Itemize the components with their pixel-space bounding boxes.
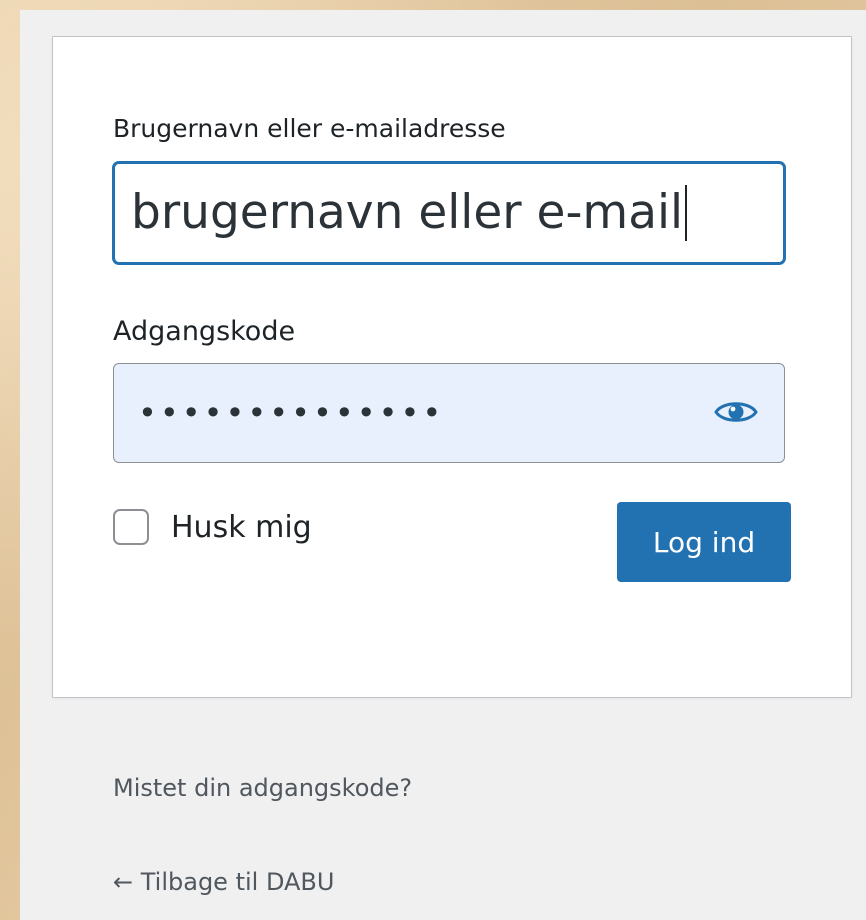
login-form: Brugernavn eller e-mailadresse brugernav… xyxy=(52,36,852,698)
login-page: Brugernavn eller e-mailadresse brugernav… xyxy=(20,10,866,920)
login-button[interactable]: Log ind xyxy=(617,502,791,582)
eye-icon[interactable] xyxy=(713,397,759,427)
lost-password-link[interactable]: Mistet din adgangskode? xyxy=(113,774,412,802)
password-input[interactable]: •••••••••••••• xyxy=(113,363,785,463)
remember-label[interactable]: Husk mig xyxy=(171,510,312,545)
remember-me: Husk mig xyxy=(113,509,312,545)
username-label: Brugernavn eller e-mailadresse xyxy=(113,114,506,143)
remember-checkbox[interactable] xyxy=(113,509,149,545)
username-input[interactable]: brugernavn eller e-mail xyxy=(113,162,785,264)
password-label: Adgangskode xyxy=(113,316,296,347)
text-caret xyxy=(685,184,688,241)
username-value: brugernavn eller e-mail xyxy=(131,185,684,240)
back-to-site-link[interactable]: ← Tilbage til DABU xyxy=(113,868,334,896)
